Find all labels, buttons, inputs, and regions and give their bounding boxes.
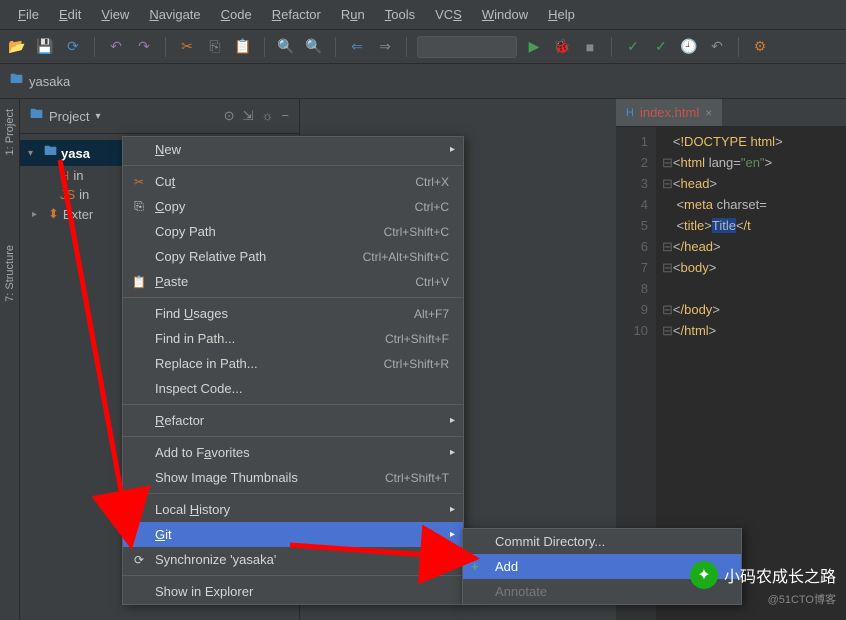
replace-icon[interactable]: 🔍 [303,36,325,58]
folder-icon: 🖿 [10,70,23,92]
ctx-thumbnails[interactable]: Show Image ThumbnailsCtrl+Shift+T [123,465,463,490]
sub-commit-dir[interactable]: Commit Directory... [463,529,741,554]
back-icon[interactable]: ⇐ [346,36,368,58]
undo-icon[interactable]: ↶ [105,36,127,58]
watermark-sub: @51CTO博客 [690,591,836,607]
menu-navigate[interactable]: Navigate [139,3,210,26]
save-icon[interactable]: 💾 [34,36,56,58]
hide-icon[interactable]: − [281,108,289,124]
vcs-commit-icon[interactable]: ✓ [650,36,672,58]
target-icon[interactable]: ⊙ [224,108,235,124]
ctx-copy[interactable]: ⎘CopyCtrl+C [123,194,463,219]
menu-refactor[interactable]: Refactor [262,3,331,26]
plus-icon: + [471,559,479,574]
vcs-revert-icon[interactable]: ↶ [706,36,728,58]
menu-view[interactable]: View [91,3,139,26]
menu-help[interactable]: Help [538,3,585,26]
menu-edit[interactable]: Edit [49,3,91,26]
editor-tab[interactable]: H index.html × [616,99,722,126]
ctx-git[interactable]: Git▸ [123,522,463,547]
vcs-update-icon[interactable]: ✓ [622,36,644,58]
watermark: ✦ 小码农成长之路 @51CTO博客 [690,561,836,607]
menu-file[interactable]: File [8,3,49,26]
ctx-new[interactable]: New▸ [123,137,463,162]
gear-icon[interactable]: ☼ [261,108,273,124]
copy-icon: ⎘ [131,199,147,214]
sync-ctx-icon: ⟳ [131,553,147,567]
side-tab-structure[interactable]: 7: Structure [4,245,16,302]
run-icon[interactable]: ▶ [523,36,545,58]
close-tab-icon[interactable]: × [705,106,712,120]
ctx-local-history[interactable]: Local History▸ [123,497,463,522]
breadcrumb-bar: 🖿 yasaka [0,64,846,99]
project-title[interactable]: Project [49,109,89,124]
editor-tab-name: index.html [640,105,699,120]
project-folder-icon: 🖿 [30,105,43,127]
cut-toolbar-icon[interactable]: ✂ [176,36,198,58]
forward-icon[interactable]: ⇒ [374,36,396,58]
open-icon[interactable]: 📂 [6,36,28,58]
html-file-icon: H [626,107,634,119]
ctx-inspect[interactable]: Inspect Code... [123,376,463,401]
ctx-cut[interactable]: ✂CutCtrl+X [123,169,463,194]
menu-vcs[interactable]: VCS [425,3,472,26]
context-menu: New▸ ✂CutCtrl+X ⎘CopyCtrl+C Copy PathCtr… [122,136,464,605]
ctx-paste[interactable]: 📋PasteCtrl+V [123,269,463,294]
ctx-show-explorer[interactable]: Show in Explorer [123,579,463,604]
side-tab-project[interactable]: 1: Project [4,109,16,155]
settings-icon[interactable]: ⚙ [749,36,771,58]
ctx-copy-rel[interactable]: Copy Relative PathCtrl+Alt+Shift+C [123,244,463,269]
find-icon[interactable]: 🔍 [275,36,297,58]
ctx-favorites[interactable]: Add to Favorites▸ [123,440,463,465]
menu-window[interactable]: Window [472,3,538,26]
sync-icon[interactable]: ⟳ [62,36,84,58]
redo-icon[interactable]: ↷ [133,36,155,58]
tree-item-label: in [79,187,89,202]
copy-toolbar-icon[interactable]: ⎘ [204,36,226,58]
run-config-dropdown[interactable] [417,36,517,58]
paste-toolbar-icon[interactable]: 📋 [232,36,254,58]
paste-icon: 📋 [131,275,147,289]
chevron-down-icon[interactable]: ▾ [95,111,100,122]
side-tabs: 1: Project 7: Structure [0,99,20,620]
tree-item-label: in [73,168,83,183]
menu-run[interactable]: Run [331,3,375,26]
menu-bar: File Edit View Navigate Code Refactor Ru… [0,0,846,30]
breadcrumb-project[interactable]: yasaka [29,74,70,89]
menu-code[interactable]: Code [211,3,262,26]
ctx-copy-path[interactable]: Copy PathCtrl+Shift+C [123,219,463,244]
wechat-icon: ✦ [690,561,718,589]
ctx-find-usages[interactable]: Find UsagesAlt+F7 [123,301,463,326]
ctx-replace-path[interactable]: Replace in Path...Ctrl+Shift+R [123,351,463,376]
vcs-history-icon[interactable]: 🕘 [678,36,700,58]
ctx-find-path[interactable]: Find in Path...Ctrl+Shift+F [123,326,463,351]
menu-tools[interactable]: Tools [375,3,425,26]
ctx-refactor[interactable]: Refactor▸ [123,408,463,433]
ctx-synchronize[interactable]: ⟳Synchronize 'yasaka' [123,547,463,572]
debug-icon[interactable]: 🐞 [551,36,573,58]
toolbar: 📂 💾 ⟳ ↶ ↷ ✂ ⎘ 📋 🔍 🔍 ⇐ ⇒ ▶ 🐞 ■ ✓ ✓ 🕘 ↶ ⚙ [0,30,846,64]
tree-root-label: yasa [61,146,90,161]
tree-external-label: Exter [63,207,93,222]
watermark-text: 小码农成长之路 [724,563,836,587]
stop-icon[interactable]: ■ [579,36,601,58]
collapse-icon[interactable]: ⇲ [243,108,254,124]
scissors-icon: ✂ [131,175,147,189]
